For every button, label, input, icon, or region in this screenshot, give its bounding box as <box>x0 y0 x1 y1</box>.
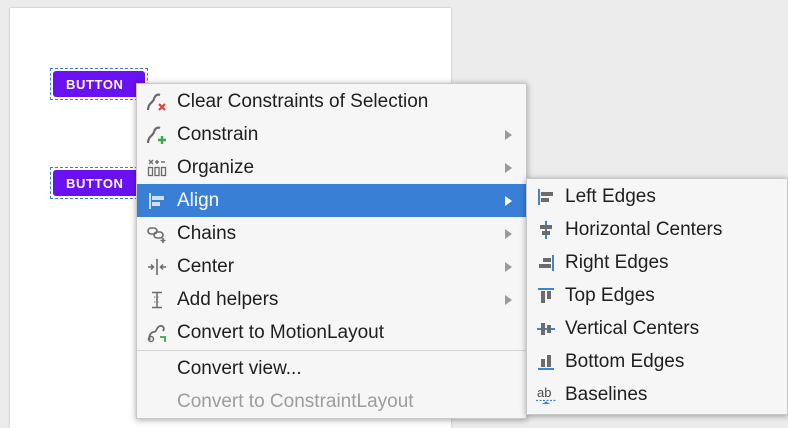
menu-item-label: Add helpers <box>177 288 279 310</box>
empty-icon-slot <box>137 352 177 385</box>
submenu-item-label: Vertical Centers <box>565 317 700 339</box>
chains-icon <box>137 217 177 250</box>
align-bottom-edges-icon <box>527 345 565 378</box>
constrain-icon <box>137 118 177 151</box>
submenu-item-left-edges[interactable]: Left Edges <box>527 180 787 213</box>
menu-item-label: Convert view... <box>177 357 302 379</box>
menu-item-label: Constrain <box>177 123 259 145</box>
menu-item-clear-constraints[interactable]: Clear Constraints of Selection <box>137 85 526 118</box>
align-baselines-icon: ab <box>527 378 565 411</box>
submenu-item-top-edges[interactable]: Top Edges <box>527 279 787 312</box>
align-left-edges-icon <box>527 180 565 213</box>
menu-item-convert-constraint-layout: Convert to ConstraintLayout <box>137 385 526 418</box>
submenu-arrow-icon <box>505 228 512 239</box>
button-2[interactable]: BUTTON <box>53 170 145 196</box>
submenu-arrow-icon <box>505 261 512 272</box>
submenu-arrow-icon <box>505 294 512 305</box>
motion-layout-icon <box>137 316 177 349</box>
button-widget-1[interactable]: BUTTON <box>50 68 148 100</box>
menu-item-label: Center <box>177 255 235 277</box>
menu-item-add-helpers[interactable]: Add helpers <box>137 283 526 316</box>
submenu-item-label: Left Edges <box>565 185 656 207</box>
organize-icon <box>137 151 177 184</box>
menu-separator <box>137 350 526 351</box>
align-vertical-centers-icon <box>527 312 565 345</box>
menu-item-constrain[interactable]: Constrain <box>137 118 526 151</box>
submenu-arrow-icon <box>505 195 512 206</box>
menu-item-convert-view[interactable]: Convert view... <box>137 352 526 385</box>
align-top-edges-icon <box>527 279 565 312</box>
menu-item-label: Chains <box>177 222 237 244</box>
center-icon <box>137 250 177 283</box>
align-right-edges-icon <box>527 246 565 279</box>
submenu-item-label: Right Edges <box>565 251 669 273</box>
submenu-item-bottom-edges[interactable]: Bottom Edges <box>527 345 787 378</box>
menu-item-chains[interactable]: Chains <box>137 217 526 250</box>
align-horizontal-centers-icon <box>527 213 565 246</box>
align-icon <box>137 184 177 217</box>
button-1[interactable]: BUTTON <box>53 71 145 97</box>
menu-item-label: Convert to ConstraintLayout <box>177 390 414 412</box>
menu-item-label: Convert to MotionLayout <box>177 321 385 343</box>
menu-item-organize[interactable]: Organize <box>137 151 526 184</box>
empty-icon-slot <box>137 385 177 418</box>
menu-item-label: Clear Constraints of Selection <box>177 90 429 112</box>
clear-constraints-icon <box>137 85 177 118</box>
menu-item-align[interactable]: Align <box>137 184 526 217</box>
submenu-item-baselines[interactable]: ab Baselines <box>527 378 787 411</box>
menu-item-center[interactable]: Center <box>137 250 526 283</box>
menu-item-convert-motion-layout[interactable]: Convert to MotionLayout <box>137 316 526 349</box>
submenu-arrow-icon <box>505 129 512 140</box>
submenu-item-vertical-centers[interactable]: Vertical Centers <box>527 312 787 345</box>
submenu-item-right-edges[interactable]: Right Edges <box>527 246 787 279</box>
align-submenu: Left Edges Horizontal Centers Right Edge… <box>526 178 788 415</box>
context-menu: Clear Constraints of Selection Constrain… <box>136 83 527 419</box>
submenu-item-label: Bottom Edges <box>565 350 685 372</box>
helpers-icon <box>137 283 177 316</box>
button-widget-2[interactable]: BUTTON <box>50 167 148 199</box>
submenu-item-label: Top Edges <box>565 284 655 306</box>
menu-item-label: Align <box>177 189 220 211</box>
menu-item-label: Organize <box>177 156 255 178</box>
svg-text:ab: ab <box>537 385 551 400</box>
submenu-arrow-icon <box>505 162 512 173</box>
submenu-item-label: Horizontal Centers <box>565 218 723 240</box>
submenu-item-horizontal-centers[interactable]: Horizontal Centers <box>527 213 787 246</box>
submenu-item-label: Baselines <box>565 383 648 405</box>
